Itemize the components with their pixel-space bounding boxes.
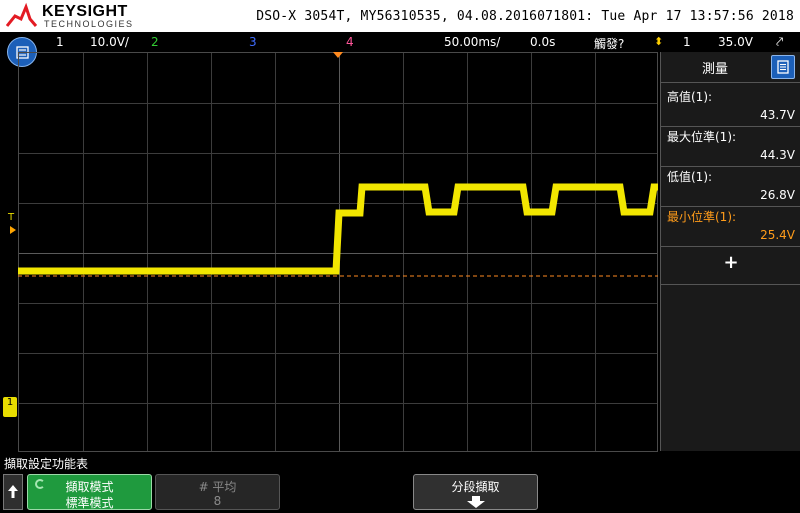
panel-menu-button[interactable] [771,55,795,79]
softkey-menu-title: 擷取設定功能表 [4,457,89,471]
instrument-id: DSO-X 3054T, MY56310535, 04.08.201607180… [256,9,794,24]
averages-value: 8 [213,494,222,508]
keysight-wave-icon [5,2,38,27]
trigger-source[interactable]: 1 [683,35,691,49]
ch1-ground-marker[interactable]: 1 [3,397,17,417]
trigger-slope-icon[interactable]: ⬍ [654,35,663,48]
title-bar: KEYSIGHT TECHNOLOGIES DSO-X 3054T, MY563… [0,0,800,32]
segmented-title: 分段擷取 [451,480,500,494]
meas-base-label[interactable]: 低值(1): [667,168,712,185]
measurements-header: 測量 [661,52,800,83]
down-arrow-icon [467,496,485,508]
trigger-level-marker[interactable] [10,226,16,234]
horizontal-delay[interactable]: 0.0s [530,35,555,49]
acq-mode-title: 擷取模式 [65,480,114,494]
brand-subtitle: TECHNOLOGIES [44,19,134,29]
meas-min-value: 25.4V [760,228,795,242]
trigger-status: 觸發? [594,37,625,51]
ch3-indicator[interactable]: 3 [249,35,257,49]
meas-max-value: 44.3V [760,148,795,162]
measurements-panel: 測量 高值(1): 43.7V 最大位準(1): 44.3V 低值(1): 26… [660,52,800,451]
meas-top-label[interactable]: 高值(1): [667,88,712,105]
meas-top-value: 43.7V [760,108,795,122]
ch4-indicator[interactable]: 4 [346,35,354,49]
keysight-logo: KEYSIGHT TECHNOLOGIES [5,2,134,30]
trigger-position-marker[interactable] [333,52,343,58]
ch2-indicator[interactable]: 2 [151,35,159,49]
measurements-title: 測量 [701,62,728,77]
acquisition-mode-softkey[interactable]: 擷取模式 標準模式 [27,474,152,510]
segmented-acquisition-softkey[interactable]: 分段擷取 [413,474,538,510]
timebase-scale[interactable]: 50.00ms/ [444,35,500,49]
meas-max-label[interactable]: 最大位準(1): [667,128,736,145]
averages-title: # 平均 [198,480,237,494]
ch1-indicator[interactable]: 1 [56,35,64,49]
trigger-level-label: T [8,212,15,223]
add-measurement-button[interactable]: + [661,252,800,273]
averages-softkey[interactable]: # 平均 8 [155,474,280,510]
trigger-level[interactable]: 35.0V [718,35,753,49]
status-bar: 1 10.0V/ 2 3 4 50.00ms/ 0.0s 觸發? ⬍ 1 35.… [0,32,800,52]
up-arrow-icon [8,485,18,498]
meas-base-value: 26.8V [760,188,795,202]
panel-menu-icon [777,60,789,74]
meas-min-label[interactable]: 最小位準(1): [667,208,736,225]
edge-trigger-icon[interactable]: ⤤ [776,35,783,50]
back-button[interactable] [3,474,23,510]
acq-mode-value: 標準模式 [65,496,114,510]
ch1-scale[interactable]: 10.0V/ [90,35,129,49]
ch1-waveform [18,183,658,277]
